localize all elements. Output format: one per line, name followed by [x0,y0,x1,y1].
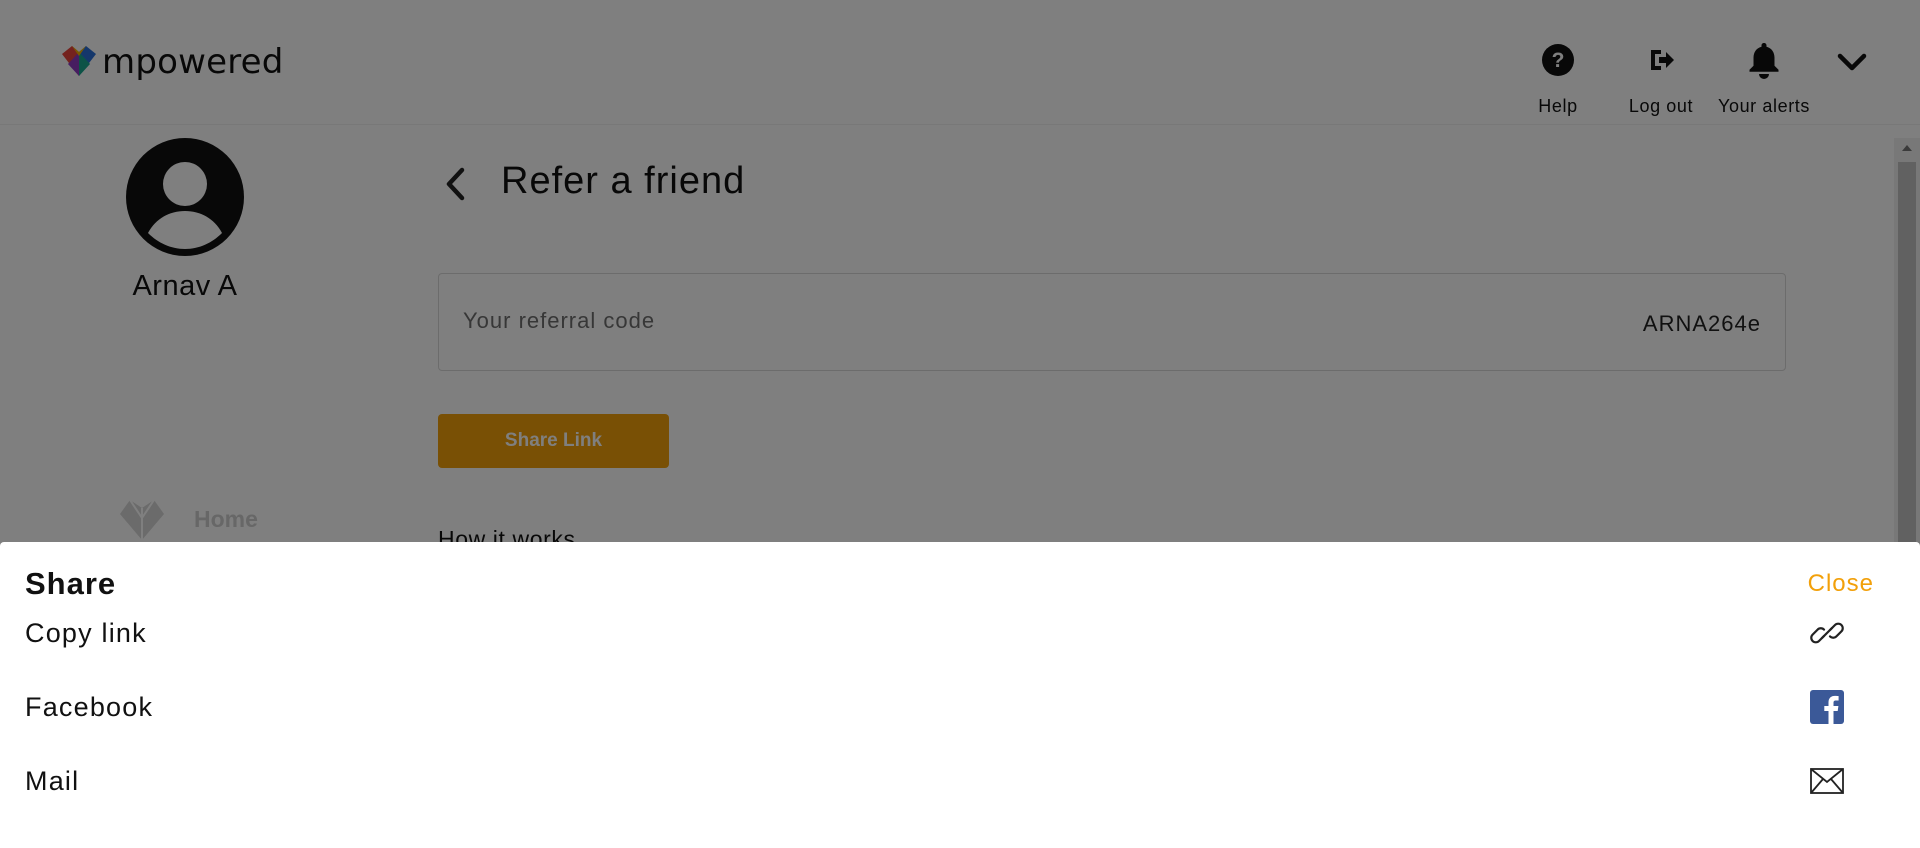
page: mpowered ? Help Log out [0,0,1920,848]
share-option-facebook[interactable]: Facebook [0,674,1920,740]
share-sheet: Share Close Copy link Facebook Mail [0,542,1920,848]
share-option-label: Mail [25,765,80,796]
share-option-mail[interactable]: Mail [0,748,1920,814]
share-sheet-title: Share [25,566,117,601]
share-option-label: Facebook [25,691,154,722]
facebook-icon [1810,690,1844,724]
mail-icon [1810,764,1844,798]
share-option-copy-link[interactable]: Copy link [0,600,1920,666]
link-icon [1810,616,1844,650]
share-option-label: Copy link [25,617,147,648]
close-button[interactable]: Close [1808,570,1874,598]
